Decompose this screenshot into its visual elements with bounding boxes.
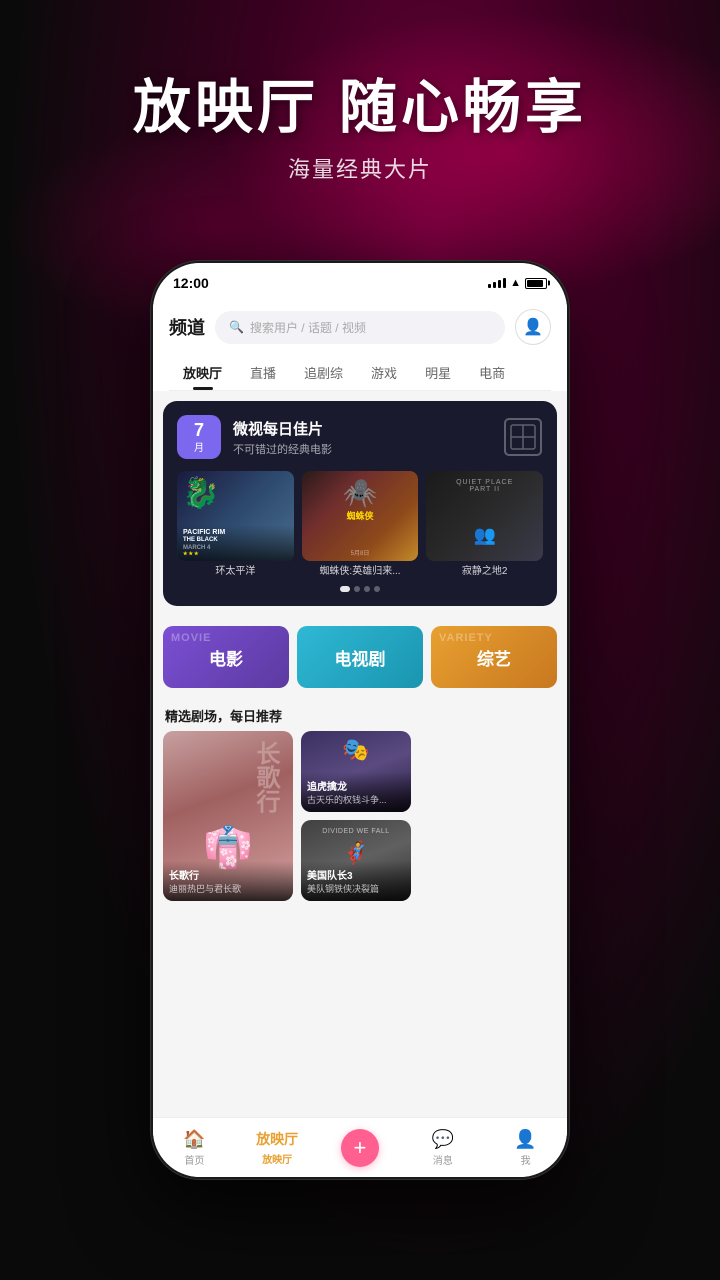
changge-char: 长歌行 xyxy=(248,741,283,813)
movies-row: 🐉 PACIFIC RIM THE BLACK MARCH 4 ★★★ 环太平洋 xyxy=(177,471,543,578)
app-content: 频道 🔍 搜索用户 / 话题 / 视频 👤 放映厅 直播 追剧综 xyxy=(153,299,567,1177)
wifi-icon: ▲ xyxy=(510,277,521,289)
header-row: 频道 🔍 搜索用户 / 话题 / 视频 👤 xyxy=(169,309,551,345)
header-section: 放映厅 随心畅享 海量经典大片 xyxy=(0,60,720,184)
movie-poster-3[interactable]: QUIET PLACEPART II 👥 寂静之地2 xyxy=(426,471,543,578)
phone-inner-screen: 12:00 ▲ xyxy=(153,263,567,1177)
section-header: 精选剧场，每日推荐 xyxy=(153,698,567,731)
featured-banner[interactable]: 7 月 微视每日佳片 不可错过的经典电影 xyxy=(163,401,557,606)
drama-overlay-sm2: 美国队长3 美队钢铁侠决裂篇 xyxy=(301,861,411,901)
banner-header: 7 月 微视每日佳片 不可错过的经典电影 xyxy=(177,415,543,459)
drama-overlay-main: 长歌行 迪丽热巴与君长歌 xyxy=(163,861,293,901)
movie-poster-2[interactable]: 🕷️ 蜘蛛侠 5月8日 蜘蛛侠:英雄归来... xyxy=(302,471,419,578)
nav-tabs: 放映厅 直播 追剧综 游戏 明星 电商 xyxy=(169,355,551,391)
dots-indicator xyxy=(177,586,543,592)
bottom-nav-plus[interactable]: + xyxy=(319,1129,402,1167)
bottom-nav-profile-label: 我 xyxy=(521,1152,531,1167)
phone-outer-frame: 12:00 ▲ xyxy=(150,260,570,1180)
bottom-nav: 🏠 首页 放映厅 放映厅 + 💬 消息 xyxy=(153,1117,567,1177)
tab-games[interactable]: 游戏 xyxy=(357,355,411,390)
search-placeholder-text: 搜索用户 / 话题 / 视频 xyxy=(250,319,366,336)
tab-cinema[interactable]: 放映厅 xyxy=(169,355,236,390)
banner-title-block: 微视每日佳片 不可错过的经典电影 xyxy=(233,418,332,457)
poster-overlay-1: PACIFIC RIM THE BLACK MARCH 4 ★★★ xyxy=(177,525,294,561)
tab-live[interactable]: 直播 xyxy=(236,355,290,390)
main-title: 放映厅 随心畅享 xyxy=(0,60,720,144)
home-icon: 🏠 xyxy=(183,1129,205,1150)
tab-dramas[interactable]: 追剧综 xyxy=(290,355,357,390)
bottom-nav-messages[interactable]: 💬 消息 xyxy=(401,1129,484,1167)
divided-we-fall-text: DIVIDED WE FALL xyxy=(301,828,411,835)
tab-stars[interactable]: 明星 xyxy=(411,355,465,390)
banner-main-title: 微视每日佳片 xyxy=(233,418,332,439)
signal-icon xyxy=(488,278,506,288)
category-movies-label: 电影 xyxy=(209,645,243,670)
dragon-icon: 🐉 xyxy=(182,476,219,511)
drama-sm-column: 🎭 追虎擒龙 古天乐的权钱斗争... DIVIDED WE FALL xyxy=(301,731,411,901)
dot-4 xyxy=(374,586,380,592)
drama-overlay-sm1: 追虎擒龙 古天乐的权钱斗争... xyxy=(301,772,411,812)
sub-title: 海量经典大片 xyxy=(0,152,720,184)
dot-1 xyxy=(340,586,350,592)
plus-button[interactable]: + xyxy=(341,1129,379,1167)
drama-desc-sm1: 古天乐的权钱斗争... xyxy=(307,795,405,806)
category-row: MOVIE 电影 电视剧 VARIETY 综艺 xyxy=(153,616,567,698)
section-title: 精选剧场，每日推荐 xyxy=(165,709,282,724)
status-icons: ▲ xyxy=(488,277,547,289)
tab-ecommerce[interactable]: 电商 xyxy=(465,355,519,390)
bottom-nav-home-label: 首页 xyxy=(184,1152,204,1167)
battery-icon xyxy=(525,278,547,289)
drama-desc-sm2: 美队钢铁侠决裂篇 xyxy=(307,884,405,895)
profile-icon: 👤 xyxy=(514,1129,536,1150)
status-time: 12:00 xyxy=(173,275,209,291)
dot-2 xyxy=(354,586,360,592)
category-tv-label: 电视剧 xyxy=(335,645,386,670)
category-tv-btn[interactable]: 电视剧 xyxy=(297,626,423,688)
dot-3 xyxy=(364,586,370,592)
drama-desc-1: 迪丽热巴与君长歌 xyxy=(169,884,287,895)
phone-mockup: 12:00 ▲ xyxy=(150,260,570,1180)
search-icon: 🔍 xyxy=(229,320,244,334)
message-icon: 💬 xyxy=(432,1129,454,1150)
app-logo: 频道 xyxy=(169,314,205,340)
category-variety-btn[interactable]: VARIETY 综艺 xyxy=(431,626,557,688)
date-number: 7 xyxy=(194,421,204,439)
status-bar: 12:00 ▲ xyxy=(153,263,567,299)
drama-name-sm1: 追虎擒龙 xyxy=(307,778,405,793)
movie-label-3: 寂静之地2 xyxy=(426,566,543,578)
drama-name-sm2: 美国队长3 xyxy=(307,867,405,882)
banner-subtitle: 不可错过的经典电影 xyxy=(233,441,332,457)
drama-row: 长歌行 👘 长歌行 迪丽热巴与君长歌 xyxy=(153,731,567,911)
category-variety-label: 综艺 xyxy=(477,645,511,670)
drama-card-main[interactable]: 长歌行 👘 长歌行 迪丽热巴与君长歌 xyxy=(163,731,293,901)
cinema-logo-icon: 放映厅 xyxy=(256,1129,298,1149)
drama-card-sm-2[interactable]: DIVIDED WE FALL 🦸 美国队长3 美队钢铁侠决裂篇 xyxy=(301,820,411,901)
category-movies-btn[interactable]: MOVIE 电影 xyxy=(163,626,289,688)
user-add-button[interactable]: 👤 xyxy=(515,309,551,345)
bottom-nav-messages-label: 消息 xyxy=(433,1152,453,1167)
bottom-nav-profile[interactable]: 👤 我 xyxy=(484,1129,567,1167)
date-badge: 7 月 xyxy=(177,415,221,459)
drama-card-sm-1[interactable]: 🎭 追虎擒龙 古天乐的权钱斗争... xyxy=(301,731,411,812)
user-add-icon: 👤 xyxy=(523,317,543,337)
movie-label-2: 蜘蛛侠:英雄归来... xyxy=(302,566,419,578)
bottom-nav-home[interactable]: 🏠 首页 xyxy=(153,1129,236,1167)
quiet-place-title: QUIET PLACEPART II xyxy=(426,479,543,493)
bottom-nav-cinema-label: 放映厅 xyxy=(262,1151,292,1166)
search-bar[interactable]: 🔍 搜索用户 / 话题 / 视频 xyxy=(215,311,505,344)
movie-poster-1[interactable]: 🐉 PACIFIC RIM THE BLACK MARCH 4 ★★★ 环太平洋 xyxy=(177,471,294,578)
movie-label-1: 环太平洋 xyxy=(177,566,294,578)
plus-icon: + xyxy=(354,1135,367,1161)
banner-logo-icon xyxy=(503,417,543,457)
drama-name-1: 长歌行 xyxy=(169,867,287,882)
main-scroll-area: 7 月 微视每日佳片 不可错过的经典电影 xyxy=(153,391,567,1149)
app-header: 频道 🔍 搜索用户 / 话题 / 视频 👤 放映厅 直播 追剧综 xyxy=(153,299,567,391)
date-unit: 月 xyxy=(194,439,204,454)
bottom-nav-cinema[interactable]: 放映厅 放映厅 xyxy=(236,1129,319,1166)
